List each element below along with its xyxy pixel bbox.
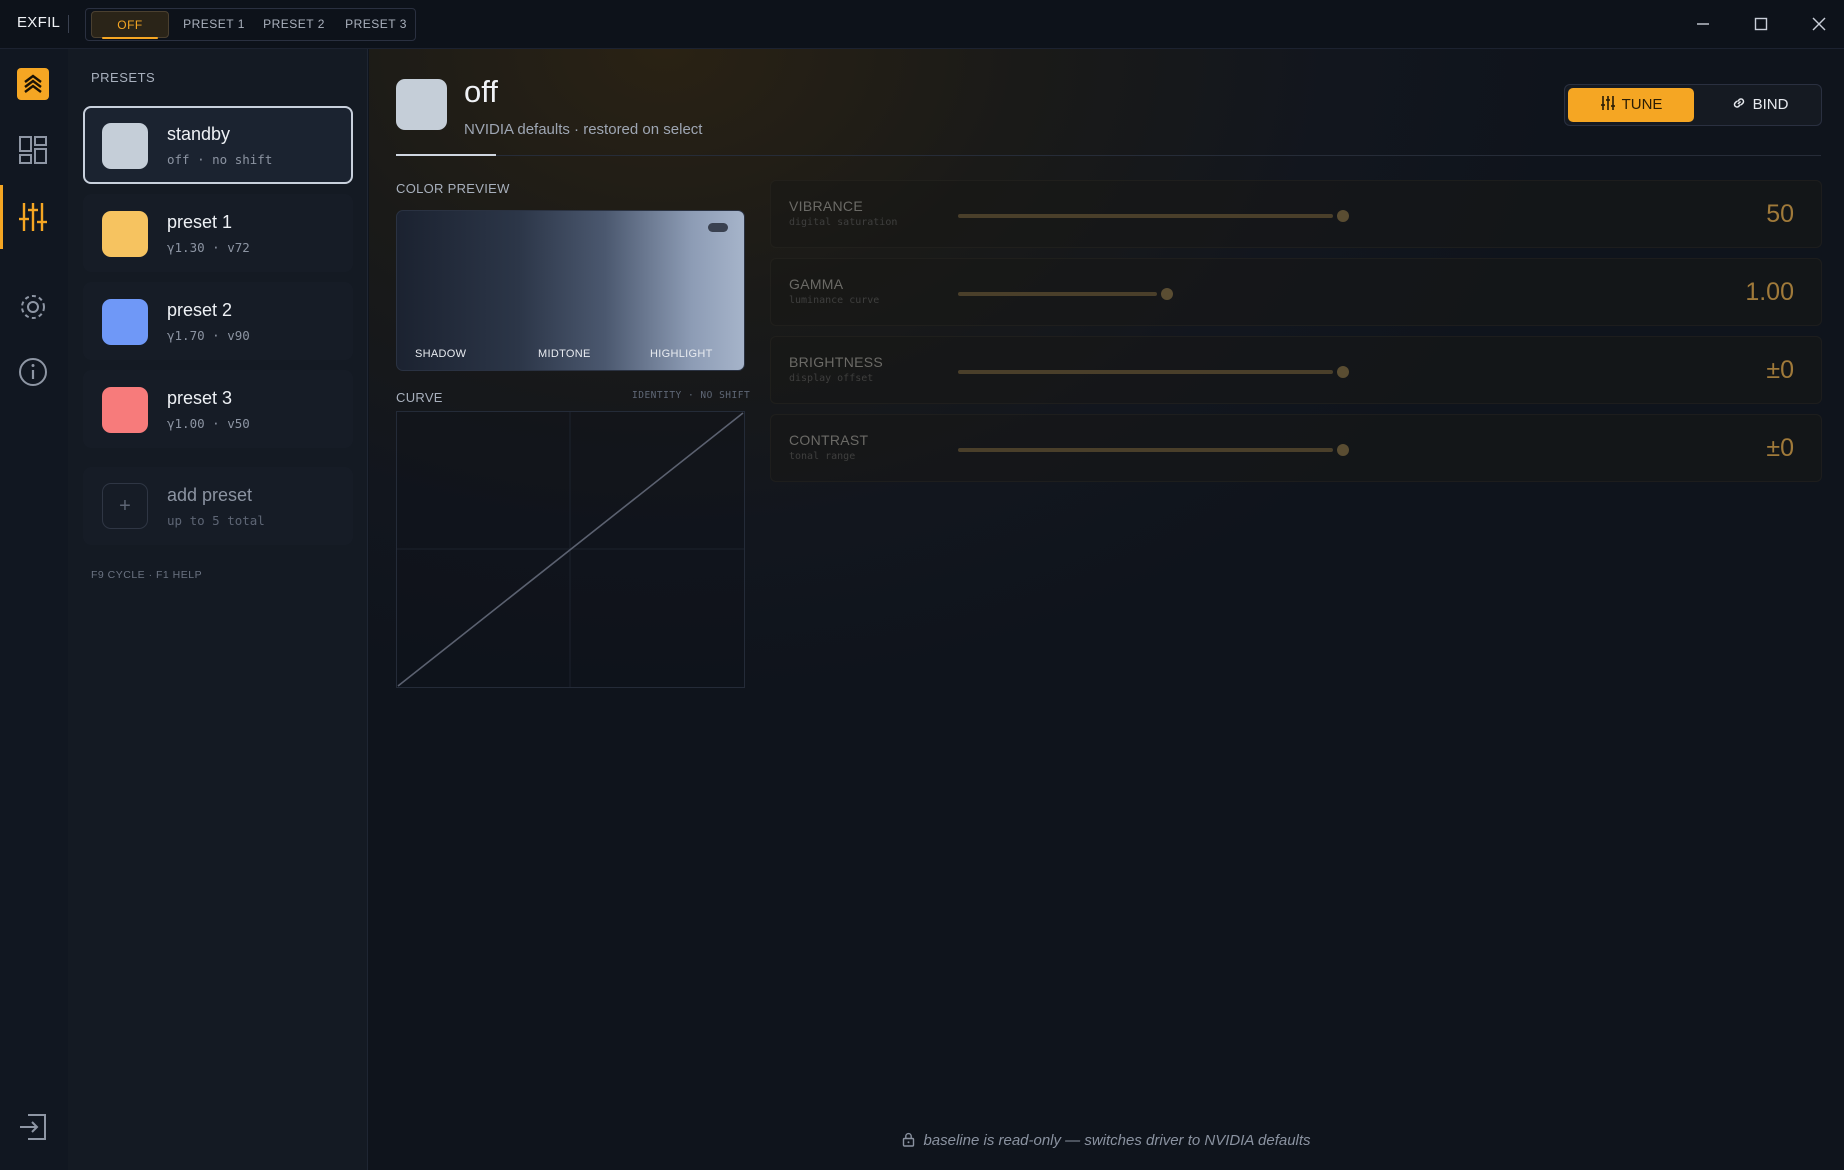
slider-description: tonal range [789, 451, 856, 462]
bind-label: BIND [1752, 96, 1789, 113]
slider-description: display offset [789, 373, 874, 384]
slider-description: digital saturation [789, 217, 898, 228]
dashboard-icon[interactable] [16, 133, 50, 167]
slider-description: luminance curve [789, 295, 880, 306]
tab-preset-2[interactable]: PRESET 2 [254, 9, 334, 40]
link-icon [1733, 98, 1744, 108]
tab-preset-3[interactable]: PRESET 3 [336, 9, 416, 40]
preset-detail: γ1.00 · v50 [167, 416, 250, 431]
read-only-note: baseline is read-only — switches driver … [369, 1132, 1844, 1149]
curve-graph [396, 411, 745, 688]
slider-value: ±0 [1766, 356, 1794, 384]
color-preview: SHADOW MIDTONE HIGHLIGHT [396, 210, 745, 371]
tune-button[interactable]: TUNE [1568, 88, 1694, 122]
maximize-icon[interactable] [1749, 12, 1773, 36]
slider-name: CONTRAST [789, 432, 869, 448]
preset-name: preset 2 [167, 300, 233, 320]
slider-value: ±0 [1766, 434, 1794, 462]
page-title: off [464, 74, 498, 109]
title-separator [68, 15, 69, 33]
lock-icon [903, 1132, 915, 1147]
page-subtitle: NVIDIA defaults · restored on select [464, 121, 703, 138]
bind-button[interactable]: BIND [1701, 88, 1818, 122]
settings-icon[interactable] [16, 290, 50, 324]
slider-track[interactable] [958, 214, 1333, 218]
title-bar: EXFIL OFF PRESET 1 PRESET 2 PRESET 3 [0, 0, 1844, 49]
slider-track[interactable] [958, 292, 1157, 296]
slider-name: BRIGHTNESS [789, 354, 884, 370]
preset-card-preset-2[interactable]: preset 2 γ1.70 · v90 [83, 282, 353, 360]
tab-off[interactable]: OFF [91, 11, 169, 39]
preset-swatch [102, 387, 148, 433]
preset-card-standby[interactable]: standby off · no shift [83, 106, 353, 184]
header-divider [396, 155, 1821, 156]
preset-name: standby [167, 124, 231, 144]
slider-value: 1.00 [1745, 278, 1794, 306]
presets-panel: PRESETS standby off · no shift preset 1 … [68, 49, 368, 1170]
slider-handle[interactable] [1337, 444, 1349, 456]
add-preset-hint: up to 5 total [167, 513, 265, 528]
preset-tabs: OFF PRESET 1 PRESET 2 PRESET 3 [85, 8, 416, 41]
tune-label: TUNE [1621, 96, 1663, 113]
color-preview-label: COLOR PREVIEW [396, 181, 510, 196]
logo-icon[interactable] [17, 68, 49, 100]
preset-name: preset 1 [167, 212, 233, 232]
mode-toggle: TUNE BIND [1564, 84, 1822, 126]
preset-name: preset 3 [167, 388, 233, 408]
tab-preset-1[interactable]: PRESET 1 [174, 9, 254, 40]
slider-value: 50 [1766, 200, 1794, 228]
curve-status: IDENTITY · NO SHIFT [632, 390, 751, 401]
close-icon[interactable] [1807, 12, 1831, 36]
nav-rail [0, 49, 68, 1170]
gamma-slider-row: GAMMA luminance curve 1.00 [770, 258, 1822, 326]
preset-detail: γ1.30 · v72 [167, 240, 250, 255]
info-icon[interactable] [16, 355, 50, 389]
shadow-label: SHADOW [415, 348, 467, 360]
preset-swatch [102, 123, 148, 169]
slider-handle[interactable] [1337, 366, 1349, 378]
app-name: EXFIL [17, 14, 61, 31]
rail-active-indicator [0, 185, 3, 249]
exit-icon[interactable] [16, 1110, 50, 1144]
add-preset-button[interactable]: + add preset up to 5 total [83, 467, 353, 545]
main-panel: off NVIDIA defaults · restored on select… [369, 49, 1844, 1170]
identity-curve [397, 412, 744, 687]
presets-heading: PRESETS [91, 70, 156, 85]
preset-card-preset-3[interactable]: preset 3 γ1.00 · v50 [83, 370, 353, 448]
preset-detail: off · no shift [167, 152, 273, 167]
slider-handle[interactable] [1337, 210, 1349, 222]
sliders-icon[interactable] [16, 200, 50, 234]
slider-handle[interactable] [1161, 288, 1173, 300]
preview-indicator [708, 223, 728, 232]
highlight-label: HIGHLIGHT [650, 348, 713, 360]
contrast-slider-row: CONTRAST tonal range ±0 [770, 414, 1822, 482]
tune-icon [1600, 96, 1615, 110]
add-preset-label: add preset [167, 485, 253, 505]
slider-track[interactable] [958, 448, 1333, 452]
vibrance-slider-row: VIBRANCE digital saturation 50 [770, 180, 1822, 248]
plus-icon: + [102, 483, 148, 529]
keyboard-shortcuts-hint: F9 CYCLE · F1 HELP [91, 569, 203, 581]
slider-track[interactable] [958, 370, 1333, 374]
preset-detail: γ1.70 · v90 [167, 328, 250, 343]
slider-name: VIBRANCE [789, 198, 863, 214]
minimize-icon[interactable] [1691, 12, 1715, 36]
header-swatch [396, 79, 447, 130]
midtone-label: MIDTONE [538, 348, 591, 360]
curve-label: CURVE [396, 390, 443, 405]
slider-name: GAMMA [789, 276, 844, 292]
header-divider-accent [396, 154, 496, 156]
preset-swatch [102, 299, 148, 345]
preset-swatch [102, 211, 148, 257]
read-only-note-text: baseline is read-only — switches driver … [923, 1132, 1311, 1149]
brightness-slider-row: BRIGHTNESS display offset ±0 [770, 336, 1822, 404]
preset-card-preset-1[interactable]: preset 1 γ1.30 · v72 [83, 194, 353, 272]
